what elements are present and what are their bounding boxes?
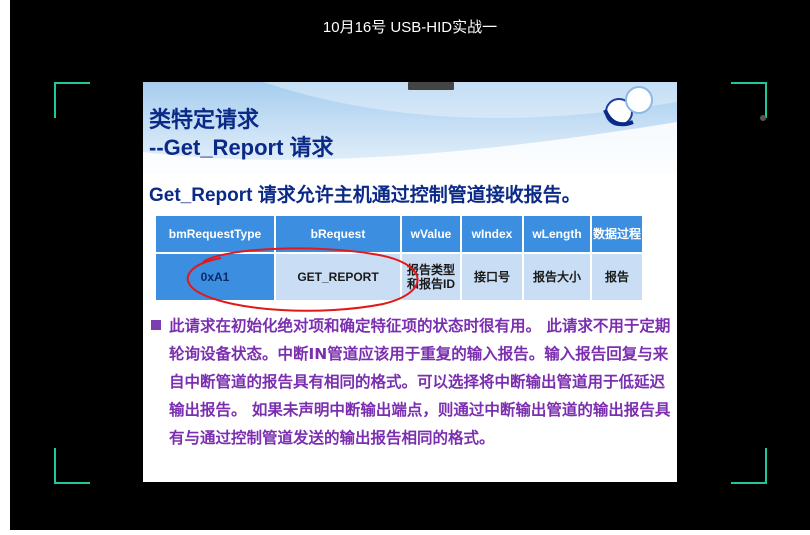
table-header-cell: wLength (522, 214, 592, 254)
table-header-cell: 数据过程 (590, 214, 644, 254)
table-header-cell: wIndex (460, 214, 524, 254)
table-cell: 0xA1 (154, 252, 276, 302)
frame-corner-top-left (54, 82, 90, 118)
slide-subtitle: Get_Report 请求允许主机通过控制管道接收报告。 (149, 185, 581, 206)
table-cell: GET_REPORT (274, 252, 402, 302)
table-cell: 报告类型和报告ID (400, 252, 462, 302)
table-header-cell: bmRequestType (154, 214, 276, 254)
table-row: 0xA1 GET_REPORT 报告类型和报告ID 接口号 报告大小 报告 (154, 252, 644, 302)
side-handle-icon (760, 115, 766, 121)
embedded-toolbar (408, 82, 454, 90)
table-cell: 报告 (590, 252, 644, 302)
frame-corner-bottom-right (731, 448, 767, 484)
table-header-row: bmRequestType bRequest wValue wIndex wLe… (154, 214, 644, 254)
table-header-cell: wValue (400, 214, 462, 254)
table-cell: 报告大小 (522, 252, 592, 302)
video-player[interactable]: 10月16号 USB-HID实战一 类特定请求 --Get_Report 请求 … (10, 0, 810, 530)
table-header-cell: bRequest (274, 214, 402, 254)
bullet-icon (151, 320, 161, 330)
slide-paragraph: 此请求在初始化绝对项和确定特征项的状态时很有用。 此请求不用于定期轮询设备状态。… (169, 317, 671, 447)
video-title: 10月16号 USB-HID实战一 (322, 19, 498, 36)
presentation-slide: 类特定请求 --Get_Report 请求 Get_Report 请求允许主机通… (143, 82, 677, 482)
frame-corner-top-right (731, 82, 767, 118)
slide-title-sub: --Get_Report 请求 (149, 135, 334, 160)
table-cell: 接口号 (460, 252, 524, 302)
request-table: bmRequestType bRequest wValue wIndex wLe… (154, 214, 644, 302)
frame-corner-bottom-left (54, 448, 90, 484)
